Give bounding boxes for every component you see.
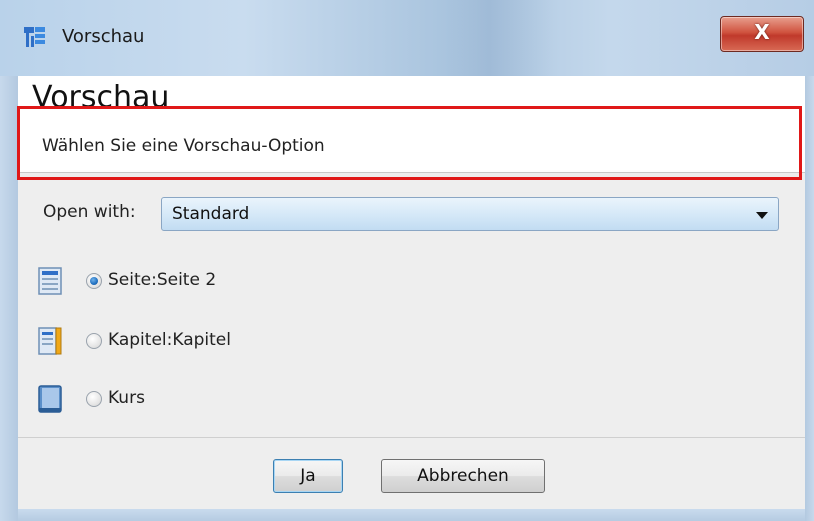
cancel-button[interactable]: Abbrechen xyxy=(381,459,545,493)
chapter-icon xyxy=(38,327,62,355)
page-icon xyxy=(38,267,62,295)
close-button[interactable]: X xyxy=(720,16,804,52)
open-with-select[interactable]: Standard xyxy=(161,197,779,231)
open-with-label: Open with: xyxy=(43,202,136,222)
window-frame-right xyxy=(805,76,814,521)
highlight-annotation xyxy=(17,106,802,180)
option-chapter-radio[interactable] xyxy=(86,333,102,349)
option-course-label: Kurs xyxy=(108,388,145,408)
yes-button[interactable]: Ja xyxy=(273,459,343,493)
window-frame-bottom xyxy=(18,509,805,521)
window-frame-left xyxy=(0,76,18,521)
open-with-value: Standard xyxy=(172,204,250,224)
option-page-label: Seite:Seite 2 xyxy=(108,270,217,290)
title-bar[interactable]: Vorschau X xyxy=(0,0,814,76)
course-book-icon xyxy=(38,385,62,413)
chevron-down-icon[interactable] xyxy=(756,212,768,219)
window-title: Vorschau xyxy=(62,26,145,47)
option-page-radio[interactable] xyxy=(86,273,102,289)
option-chapter-label: Kapitel:Kapitel xyxy=(108,330,231,350)
option-course-radio[interactable] xyxy=(86,391,102,407)
dialog-window: Vorschau X Vorschau Wählen Sie eine Vors… xyxy=(0,0,814,521)
app-icon xyxy=(24,27,45,47)
close-icon: X xyxy=(754,20,770,44)
button-separator xyxy=(18,437,805,438)
